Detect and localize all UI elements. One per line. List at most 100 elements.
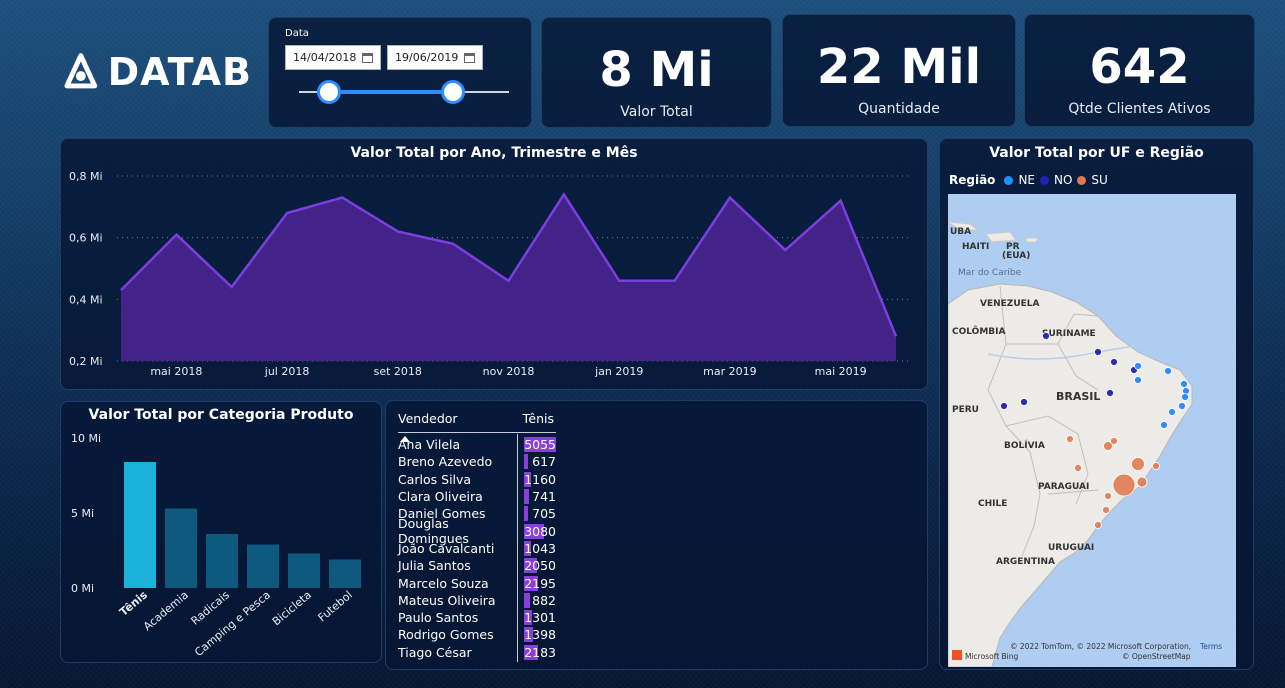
kpi-card-quantidade: 22 Mil Quantidade xyxy=(782,14,1016,127)
tenis-value: 2050 xyxy=(524,558,556,574)
table-row[interactable]: Clara Oliveira 741 xyxy=(398,488,556,505)
label-venezuela: VENEZUELA xyxy=(980,299,1040,309)
category-bar[interactable] xyxy=(329,559,361,589)
bubble-su xyxy=(1112,473,1136,497)
table-row[interactable]: Douglas Domingues 3080 xyxy=(398,516,556,546)
y-tick-label: 0,6 Mi xyxy=(69,232,103,245)
label-haiti: HAITI xyxy=(962,242,989,252)
kpi-label: Quantidade xyxy=(858,101,940,117)
slider-start-handle[interactable] xyxy=(317,80,341,104)
bubble-ne xyxy=(1181,393,1189,401)
x-tick-label: jan 2019 xyxy=(594,365,643,378)
map-legend: Região NE NO SU xyxy=(949,173,1108,187)
y-tick-label: 0,8 Mi xyxy=(69,170,103,183)
area-chart[interactable]: 0,8 Mi 0,6 Mi 0,4 Mi 0,2 Mi mai 2018 jul 201… xyxy=(61,139,929,391)
table-row[interactable]: Marcelo Souza 2195 xyxy=(398,574,556,591)
label-uruguai: URUGUAI xyxy=(1048,543,1094,553)
slider-end-handle[interactable] xyxy=(441,80,465,104)
x-tick-label[interactable]: Academia xyxy=(141,588,191,633)
category-bar[interactable] xyxy=(124,462,156,588)
tenis-value: 3080 xyxy=(524,523,556,539)
map-bing: Microsoft Bing xyxy=(965,652,1018,661)
start-date-input[interactable]: 14/04/2018 xyxy=(285,45,381,70)
tenis-value: 882 xyxy=(532,592,556,608)
kpi-card-valor-total: 8 Mi Valor Total xyxy=(541,17,772,128)
data-bar xyxy=(524,506,529,522)
bar-chart[interactable]: 10 Mi5 Mi0 Mi TênisAcademiaRadicaisCampi… xyxy=(61,402,383,664)
tenis-value-cell: 705 xyxy=(522,506,556,522)
table-row[interactable]: Breno Azevedo 617 xyxy=(398,453,556,470)
category-bar[interactable] xyxy=(247,544,279,589)
bubble-ne xyxy=(1160,421,1168,429)
label-eua: (EUA) xyxy=(1002,251,1030,261)
col-header-vendedor[interactable]: Vendedor xyxy=(398,411,458,432)
logo-icon xyxy=(64,53,98,89)
x-tick-label: mar 2019 xyxy=(703,365,756,378)
data-bar xyxy=(524,592,530,608)
x-tick-label[interactable]: Tênis xyxy=(117,588,150,619)
table-row[interactable]: Ana Vilela 5055 xyxy=(398,436,556,453)
label-colombia: COLÔMBIA xyxy=(952,325,1005,337)
legend-label-su[interactable]: SU xyxy=(1091,173,1107,187)
tenis-value-cell: 2183 xyxy=(522,644,556,660)
calendar-icon[interactable] xyxy=(464,52,475,63)
label-bolivia: BOLÍVIA xyxy=(1004,439,1045,451)
bubble-ne xyxy=(1180,380,1188,388)
tenis-value-cell: 1301 xyxy=(522,610,556,626)
bubble-no xyxy=(1106,389,1114,397)
map-canvas[interactable]: UBA HAITI PR (EUA) VENEZUELA COLÔMBIA SU… xyxy=(948,194,1236,667)
legend-label-no[interactable]: NO xyxy=(1054,173,1072,187)
label-cuba: UBA xyxy=(950,227,971,237)
col-header-tenis[interactable]: Tênis xyxy=(523,411,554,432)
legend-label-ne[interactable]: NE xyxy=(1018,173,1035,187)
x-tick-label[interactable]: Camping e Pesca xyxy=(192,588,273,659)
continent-shape xyxy=(948,283,1193,667)
south-america-map[interactable]: UBA HAITI PR (EUA) VENEZUELA COLÔMBIA SU… xyxy=(948,194,1236,667)
bubble-ne xyxy=(1164,367,1172,375)
table-row[interactable]: João Cavalcanti 1043 xyxy=(398,540,556,557)
map-panel: Valor Total por UF e Região Região NE NO… xyxy=(939,138,1254,670)
table-row[interactable]: Mateus Oliveira 882 xyxy=(398,592,556,609)
table-row[interactable]: Paulo Santos 1301 xyxy=(398,609,556,626)
slicer-title: Data xyxy=(285,28,309,39)
table-row[interactable]: Julia Santos 2050 xyxy=(398,557,556,574)
category-bar[interactable] xyxy=(288,553,320,589)
map-osm[interactable]: © OpenStreetMap xyxy=(1122,652,1191,661)
island-pr xyxy=(1025,237,1039,243)
label-argentina: ARGENTINA xyxy=(996,557,1055,567)
vendedor-name: Julia Santos xyxy=(398,558,471,574)
vendedor-name: Mateus Oliveira xyxy=(398,592,496,608)
category-bar[interactable] xyxy=(206,534,238,588)
date-slicer: Data 14/04/2018 19/06/2019 xyxy=(268,17,532,128)
y-tick-label: 0,4 Mi xyxy=(69,293,103,306)
bubble-ne xyxy=(1134,362,1142,370)
tenis-value-cell: 3080 xyxy=(522,523,556,539)
kpi-card-clientes: 642 Qtde Clientes Ativos xyxy=(1024,14,1255,127)
legend-title: Região xyxy=(949,173,996,187)
vendedor-name: João Cavalcanti xyxy=(398,540,495,556)
label-suriname: SURINAME xyxy=(1042,329,1096,339)
legend-dot-no xyxy=(1040,175,1049,185)
table-divider xyxy=(517,434,518,662)
tenis-value: 1301 xyxy=(524,610,556,626)
bubble-su xyxy=(1131,457,1145,471)
kpi-value: 22 Mil xyxy=(816,39,982,95)
vendedor-name: Rodrigo Gomes xyxy=(398,627,494,643)
category-bar[interactable] xyxy=(165,508,197,589)
calendar-icon[interactable] xyxy=(362,52,373,63)
tenis-value: 705 xyxy=(532,506,556,522)
tenis-value: 1160 xyxy=(524,471,556,487)
y-tick-label: 0 Mi xyxy=(71,582,94,595)
map-title: Valor Total por UF e Região xyxy=(989,145,1204,161)
x-tick-label[interactable]: Bicicleta xyxy=(270,588,314,628)
y-tick-label: 10 Mi xyxy=(71,432,101,445)
bubble-ne xyxy=(1168,408,1176,416)
end-date-input[interactable]: 19/06/2019 xyxy=(387,45,483,70)
table-row[interactable]: Rodrigo Gomes 1398 xyxy=(398,626,556,643)
map-terms-link[interactable]: Terms xyxy=(1199,642,1222,651)
bubble-no xyxy=(1110,358,1118,366)
table-row[interactable]: Carlos Silva 1160 xyxy=(398,471,556,488)
table-row[interactable]: Tiago César 2183 xyxy=(398,644,556,661)
x-tick-label: nov 2018 xyxy=(483,365,535,378)
x-tick-label[interactable]: Futebol xyxy=(316,588,355,624)
